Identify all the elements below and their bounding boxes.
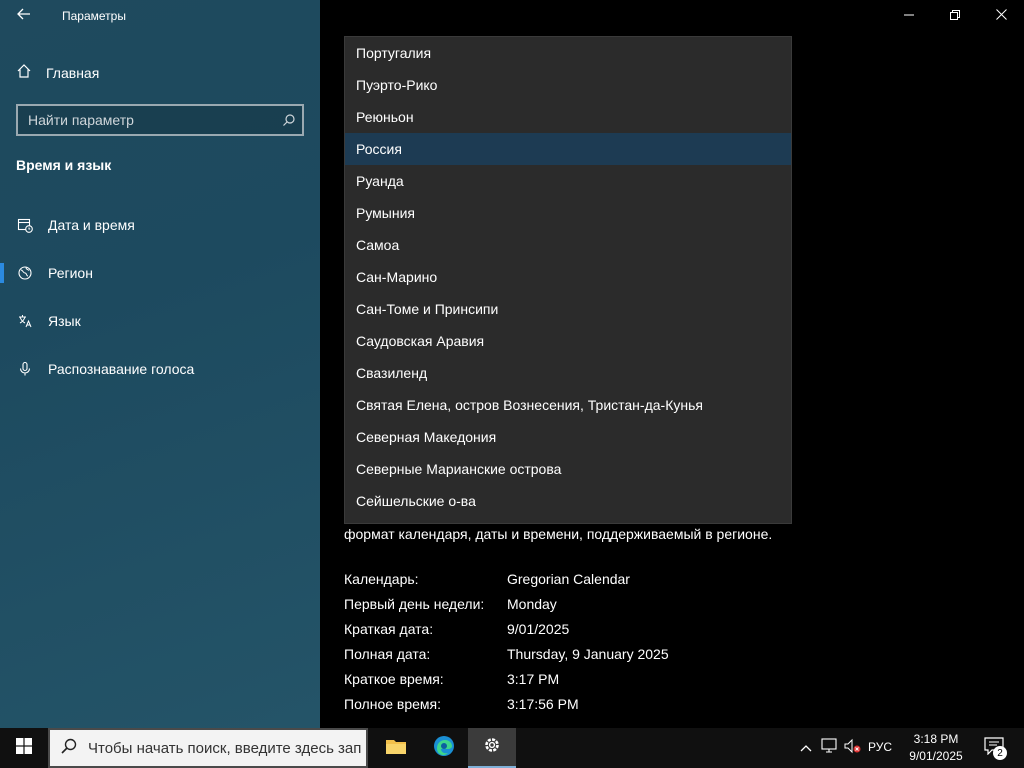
- taskbar-settings[interactable]: [468, 728, 516, 768]
- format-key: Календарь:: [344, 570, 419, 587]
- edge-browser-icon: [433, 735, 455, 762]
- home-icon: [16, 63, 32, 84]
- network-icon: [821, 737, 839, 759]
- gear-icon: [482, 735, 502, 760]
- taskbar: Чтобы начать поиск, введите здесь зап РУ…: [0, 728, 1024, 768]
- sidebar-item-label: Дата и время: [48, 217, 135, 233]
- window-title: Параметры: [62, 9, 126, 23]
- search-icon[interactable]: [276, 113, 302, 127]
- dropdown-option[interactable]: Северная Македония: [345, 421, 791, 453]
- dropdown-option[interactable]: Сан-Марино: [345, 261, 791, 293]
- minimize-button[interactable]: [886, 0, 932, 32]
- chevron-up-icon: [800, 739, 812, 757]
- taskbar-search-placeholder: Чтобы начать поиск, введите здесь зап: [88, 739, 362, 757]
- dropdown-option[interactable]: Святая Елена, остров Вознесения, Тристан…: [345, 389, 791, 421]
- country-dropdown-list[interactable]: Португалия Пуэрто-Рико Реюньон Россия Ру…: [344, 36, 792, 524]
- selected-indicator: [0, 263, 4, 283]
- format-row: Полное время: 3:17:56 PM: [344, 691, 669, 716]
- taskbar-edge[interactable]: [420, 728, 468, 768]
- back-arrow-icon: [17, 7, 31, 25]
- action-center-button[interactable]: 2: [978, 734, 1010, 762]
- format-value: Gregorian Calendar: [507, 570, 630, 587]
- dropdown-option[interactable]: Румыния: [345, 197, 791, 229]
- main-content: формат календаря, даты и времени, поддер…: [320, 0, 1024, 728]
- home-link[interactable]: Главная: [16, 62, 99, 84]
- home-label: Главная: [46, 65, 100, 81]
- settings-search-input[interactable]: [28, 112, 276, 128]
- windows-logo-icon: [16, 737, 32, 759]
- dropdown-option[interactable]: Саудовская Аравия: [345, 325, 791, 357]
- back-button[interactable]: [10, 4, 38, 28]
- format-row: Первый день недели: Monday: [344, 591, 669, 616]
- maximize-button[interactable]: [932, 0, 978, 32]
- minimize-icon: [904, 7, 914, 25]
- microphone-icon: [16, 360, 34, 378]
- dropdown-option[interactable]: Руанда: [345, 165, 791, 197]
- clock-date: 9/01/2025: [909, 749, 963, 763]
- dropdown-option-selected[interactable]: Россия: [345, 133, 791, 165]
- format-value: Thursday, 9 January 2025: [507, 645, 669, 662]
- regional-format-table: Календарь: Gregorian Calendar Первый ден…: [344, 566, 669, 716]
- clock-time: 3:18 PM: [913, 732, 959, 746]
- format-key: Краткая дата:: [344, 620, 434, 637]
- taskbar-search[interactable]: Чтобы начать поиск, введите здесь зап: [48, 728, 368, 768]
- format-key: Полное время:: [344, 695, 442, 712]
- close-button[interactable]: [978, 0, 1024, 32]
- dropdown-option[interactable]: Сейшельские о-ва: [345, 485, 791, 517]
- dropdown-option[interactable]: Португалия: [345, 37, 791, 69]
- format-row: Краткое время: 3:17 PM: [344, 666, 669, 691]
- format-key: Первый день недели:: [344, 595, 485, 612]
- format-key: Полная дата:: [344, 645, 431, 662]
- format-value: 3:17:56 PM: [507, 695, 579, 712]
- taskbar-file-explorer[interactable]: [372, 728, 420, 768]
- format-row: Полная дата: Thursday, 9 January 2025: [344, 641, 669, 666]
- dropdown-option[interactable]: Самоа: [345, 229, 791, 261]
- dropdown-option[interactable]: Северные Марианские острова: [345, 453, 791, 485]
- dropdown-option[interactable]: Пуэрто-Рико: [345, 69, 791, 101]
- close-icon: [995, 7, 1007, 25]
- sidebar-item-label: Распознавание голоса: [48, 361, 195, 377]
- dropdown-option[interactable]: Свазиленд: [345, 357, 791, 389]
- format-value: 9/01/2025: [507, 620, 570, 637]
- settings-search-box[interactable]: [16, 104, 304, 136]
- tray-network[interactable]: [820, 737, 840, 759]
- restore-icon: [950, 7, 960, 25]
- dropdown-option[interactable]: Сан-Томе и Принсипи: [345, 293, 791, 325]
- format-value: 3:17 PM: [507, 670, 560, 687]
- sidebar: Параметры Главная Время и язык Дата и вр…: [0, 0, 320, 728]
- section-title: Время и язык: [16, 157, 112, 173]
- dropdown-option[interactable]: Реюньон: [345, 101, 791, 133]
- sidebar-item-label: Язык: [48, 313, 81, 329]
- language-icon: [16, 312, 34, 330]
- region-format-note: формат календаря, даты и времени, поддер…: [344, 526, 773, 542]
- format-row: Краткая дата: 9/01/2025: [344, 616, 669, 641]
- sidebar-item-language[interactable]: Язык: [0, 301, 320, 341]
- tray-clock[interactable]: 3:18 PM 9/01/2025: [905, 731, 967, 765]
- tray-volume[interactable]: [843, 738, 863, 758]
- sidebar-item-label: Регион: [48, 265, 93, 281]
- notification-badge: 2: [993, 746, 1007, 760]
- format-value: Monday: [507, 595, 557, 612]
- volume-muted-icon: [844, 738, 862, 759]
- format-row: Календарь: Gregorian Calendar: [344, 566, 669, 591]
- start-button[interactable]: [0, 728, 48, 768]
- sidebar-item-date-time[interactable]: Дата и время: [0, 205, 320, 245]
- search-icon: [60, 737, 78, 760]
- tray-language[interactable]: РУС: [868, 740, 892, 754]
- calendar-clock-icon: [16, 216, 34, 234]
- folder-icon: [385, 737, 407, 760]
- tray-overflow-button[interactable]: [796, 738, 816, 758]
- format-key: Краткое время:: [344, 670, 444, 687]
- globe-icon: [16, 264, 34, 282]
- sidebar-item-region[interactable]: Регион: [0, 253, 320, 293]
- sidebar-item-speech[interactable]: Распознавание голоса: [0, 349, 320, 389]
